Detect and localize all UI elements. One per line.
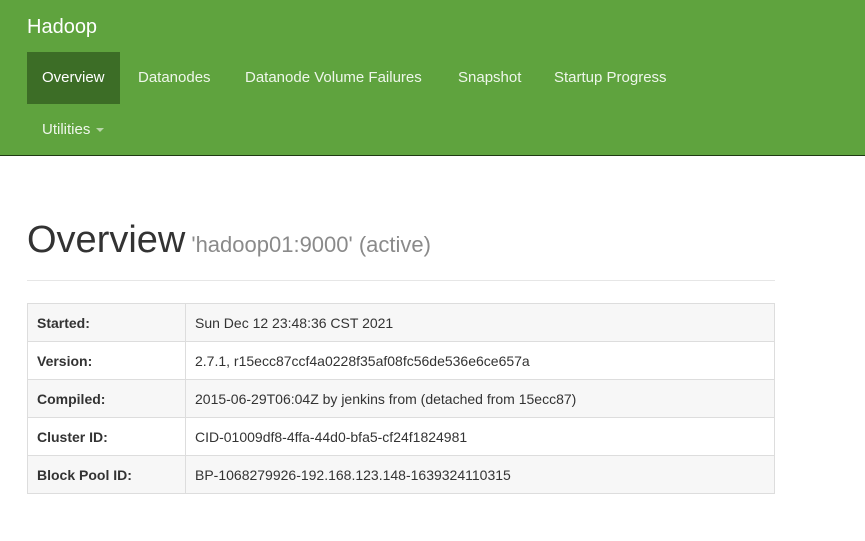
page-header: Overview'hadoop01:9000' (active) [27,213,775,281]
namenode-address: 'hadoop01:9000' (active) [191,232,431,257]
nav-datanode-volume-failures[interactable]: Datanode Volume Failures [245,52,422,104]
table-row: Cluster ID: CID-01009df8-4ffa-44d0-bfa5-… [27,417,775,456]
overview-info-table: Started: Sun Dec 12 23:48:36 CST 2021 Ve… [27,303,775,494]
row-key: Version: [27,341,186,380]
row-key: Cluster ID: [27,417,186,456]
nav-overview[interactable]: Overview [27,52,120,104]
nav-snapshot[interactable]: Snapshot [458,52,521,104]
row-value: 2.7.1, r15ecc87ccf4a0228f35af08fc56de536… [185,341,775,380]
page-title-text: Overview [27,219,186,261]
row-value: CID-01009df8-4ffa-44d0-bfa5-cf24f1824981 [185,417,775,456]
nav-datanodes[interactable]: Datanodes [138,52,211,104]
nav-startup-progress[interactable]: Startup Progress [554,52,667,104]
row-key: Compiled: [27,379,186,418]
table-row: Block Pool ID: BP-1068279926-192.168.123… [27,455,775,494]
nav-utilities-dropdown[interactable]: Utilities [42,104,105,156]
table-row: Version: 2.7.1, r15ecc87ccf4a0228f35af08… [27,341,775,380]
top-navbar: Hadoop Overview Datanodes Datanode Volum… [0,0,865,156]
row-key: Block Pool ID: [27,455,186,494]
table-row: Started: Sun Dec 12 23:48:36 CST 2021 [27,303,775,342]
table-row: Compiled: 2015-06-29T06:04Z by jenkins f… [27,379,775,418]
nav-utilities-label: Utilities [42,121,91,138]
row-value: BP-1068279926-192.168.123.148-1639324110… [185,455,775,494]
row-value: Sun Dec 12 23:48:36 CST 2021 [185,303,775,342]
row-key: Started: [27,303,186,342]
page-title: Overview'hadoop01:9000' (active) [27,213,775,272]
row-value: 2015-06-29T06:04Z by jenkins from (detac… [185,379,775,418]
brand-link[interactable]: Hadoop [27,14,97,40]
caret-down-icon [96,128,105,133]
